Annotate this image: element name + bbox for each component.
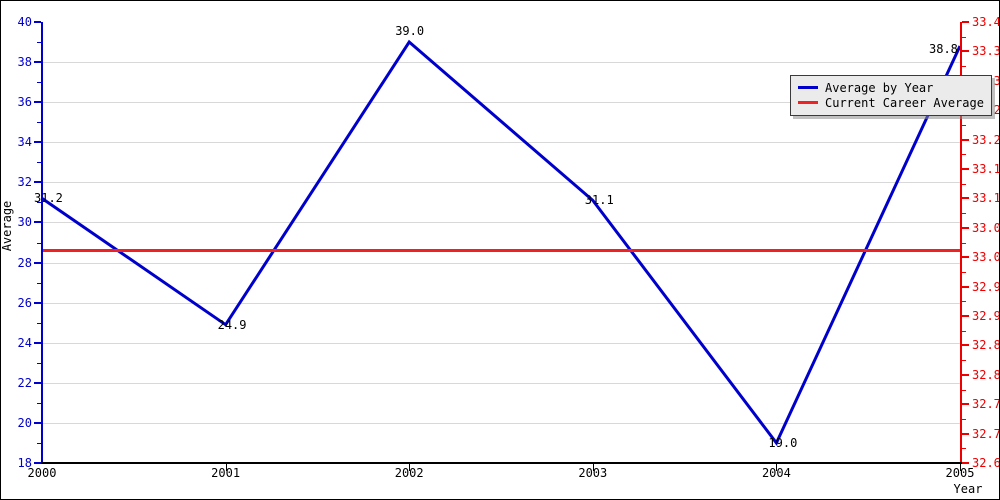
y-axis-left-tick bbox=[34, 301, 41, 304]
data-point-label: 24.9 bbox=[217, 317, 247, 332]
x-axis-tick-label: 2003 bbox=[578, 466, 608, 480]
y-axis-left-tick bbox=[34, 421, 41, 424]
y-axis-right-tick bbox=[962, 403, 969, 406]
legend-label: Current Career Average bbox=[825, 95, 984, 110]
y-axis-left-minor-tick bbox=[37, 442, 41, 444]
y-axis-right-tick bbox=[962, 315, 969, 317]
y-axis-right-tick-label: 33.05 bbox=[972, 220, 999, 235]
data-point-label: 31.1 bbox=[584, 193, 614, 208]
y-axis-title: Average bbox=[0, 200, 14, 252]
y-axis-right-tick-label: 33.00 bbox=[972, 250, 999, 265]
y-axis-right-tick bbox=[962, 285, 969, 288]
x-axis-tick-label: 2005 bbox=[945, 466, 975, 480]
y-axis-left-tick-label: 24 bbox=[17, 335, 32, 350]
y-axis-left-minor-tick bbox=[37, 242, 41, 244]
y-axis-right-tick-label: 32.95 bbox=[972, 279, 999, 294]
y-axis-left-minor-tick bbox=[37, 282, 41, 284]
y-axis-right-tick bbox=[962, 344, 969, 347]
x-axis-tick-label: 2001 bbox=[211, 466, 241, 480]
y-axis-right-minor-tick bbox=[962, 183, 966, 185]
data-point-label: 39.0 bbox=[395, 24, 425, 39]
y-axis-left-tick-label: 32 bbox=[17, 175, 32, 190]
y-axis-left-minor-tick bbox=[37, 322, 41, 324]
y-axis-left-tick bbox=[34, 381, 41, 384]
legend-swatch-blue-icon bbox=[798, 86, 818, 89]
y-axis-right-tick bbox=[962, 226, 969, 229]
y-axis-right-tick bbox=[962, 21, 969, 23]
y-axis-left-tick-label: 26 bbox=[17, 295, 32, 310]
y-axis-left-tick bbox=[34, 141, 41, 144]
y-axis-right-tick-label: 33.40 bbox=[972, 15, 999, 29]
y-axis-right-minor-tick bbox=[962, 389, 966, 391]
y-axis-right-tick-label: 33.20 bbox=[972, 132, 999, 147]
x-axis-line bbox=[41, 462, 962, 464]
y-axis-left-tick-label: 22 bbox=[17, 375, 32, 390]
y-axis-left-tick bbox=[34, 221, 41, 224]
y-axis-right-tick bbox=[962, 432, 969, 435]
y-axis-right-minor-tick bbox=[962, 330, 966, 332]
y-axis-right-tick-label: 33.35 bbox=[972, 44, 999, 59]
legend-label: Average by Year bbox=[825, 80, 934, 95]
y-axis-right-tick bbox=[962, 373, 969, 376]
y-axis-left-tick-label: 20 bbox=[17, 415, 32, 430]
legend-swatch-red-icon bbox=[798, 101, 818, 104]
y-axis-left-line bbox=[41, 22, 43, 463]
y-axis-right-minor-tick bbox=[962, 124, 966, 126]
legend-item-average-by-year[interactable]: Average by Year bbox=[798, 80, 984, 95]
y-axis-right-tick-label: 32.90 bbox=[972, 309, 999, 323]
y-axis-right-tick bbox=[962, 197, 969, 200]
y-axis-right-tick bbox=[962, 462, 969, 464]
y-axis-right-minor-tick bbox=[962, 213, 966, 215]
y-axis-right-tick-label: 32.65 bbox=[972, 456, 999, 470]
y-axis-right-minor-tick bbox=[962, 242, 966, 244]
y-axis-left-tick bbox=[34, 462, 41, 464]
y-axis-right-minor-tick bbox=[962, 301, 966, 303]
y-axis-left-minor-tick bbox=[37, 122, 41, 124]
x-axis-tick-label: 2004 bbox=[761, 466, 791, 480]
y-axis-left-tick-label: 36 bbox=[17, 95, 32, 110]
y-axis-left-tick-label: 40 bbox=[17, 15, 32, 29]
x-axis-title-text: Year bbox=[953, 482, 983, 496]
y-axis-right-tick-label: 33.15 bbox=[972, 162, 999, 176]
x-axis-tick-label: 2002 bbox=[394, 466, 424, 480]
data-point-label: 31.2 bbox=[34, 191, 63, 206]
y-axis-right-tick-label: 32.80 bbox=[972, 367, 999, 382]
y-axis-left-tick bbox=[34, 21, 41, 23]
line-chart: 182022242628303234363840 32.6532.7032.75… bbox=[0, 0, 1000, 500]
y-axis-right-minor-tick bbox=[962, 448, 966, 450]
y-axis-left-tick-label: 34 bbox=[17, 135, 32, 150]
y-axis-right-tick-label: 32.85 bbox=[972, 338, 999, 353]
y-axis-right-tick-label: 32.70 bbox=[972, 426, 999, 441]
y-axis-right-tick-label: 33.10 bbox=[972, 191, 999, 206]
legend-item-current-career-average[interactable]: Current Career Average bbox=[798, 95, 984, 110]
y-axis-right-minor-tick bbox=[962, 66, 966, 68]
y-axis-left-tick bbox=[34, 61, 41, 64]
y-axis-left-tick bbox=[34, 261, 41, 264]
y-axis-left-tick-label: 28 bbox=[17, 255, 32, 270]
y-axis-right-minor-tick bbox=[962, 271, 966, 273]
y-axis-left-minor-tick bbox=[37, 42, 41, 44]
y-axis-left-minor-tick bbox=[37, 362, 41, 364]
y-axis-left-tick bbox=[34, 101, 41, 104]
x-axis-tick-label: 2000 bbox=[27, 466, 57, 480]
y-axis-left-tick bbox=[34, 181, 41, 184]
y-axis-right-minor-tick bbox=[962, 154, 966, 156]
y-axis-right-minor-tick bbox=[962, 36, 966, 38]
y-axis-left-tick bbox=[34, 341, 41, 344]
y-axis-right-minor-tick bbox=[962, 360, 966, 362]
y-axis-right-tick bbox=[962, 168, 969, 170]
y-axis-left-tick-label: 38 bbox=[17, 55, 32, 70]
data-point-label: 38.8 bbox=[929, 42, 958, 57]
y-axis-right-minor-tick bbox=[962, 418, 966, 420]
data-point-label: 19.0 bbox=[768, 435, 798, 450]
x-axis-title: Year bbox=[1, 482, 999, 496]
y-axis-left-minor-tick bbox=[37, 162, 41, 164]
y-axis-left-minor-tick bbox=[37, 82, 41, 84]
y-axis-left-minor-tick bbox=[37, 402, 41, 404]
y-axis-right-tick bbox=[962, 256, 969, 259]
legend[interactable]: Average by Year Current Career Average bbox=[790, 75, 992, 116]
y-axis-right-tick bbox=[962, 50, 969, 53]
y-axis-right-tick-label: 32.75 bbox=[972, 397, 999, 412]
y-axis-right-tick bbox=[962, 138, 969, 141]
